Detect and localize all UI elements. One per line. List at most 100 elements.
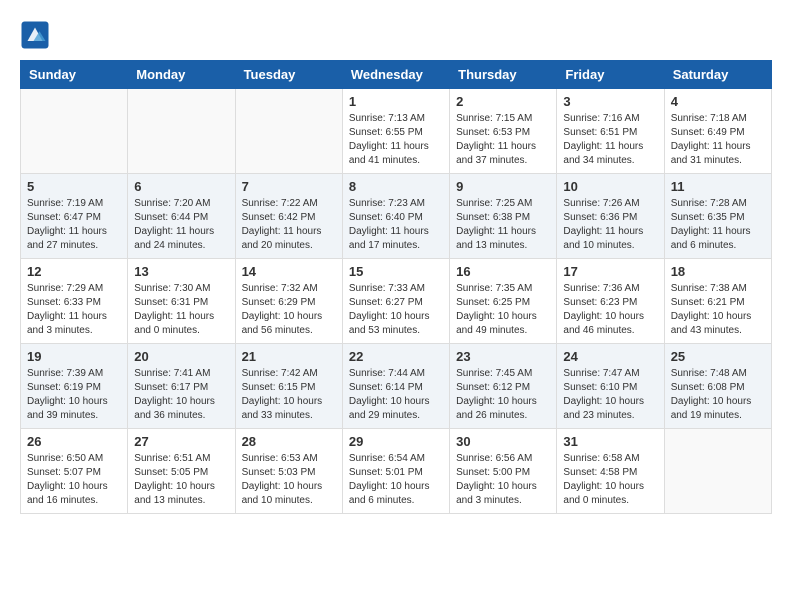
weekday-header-row: SundayMondayTuesdayWednesdayThursdayFrid…	[21, 61, 772, 89]
day-info: Sunrise: 7:28 AM Sunset: 6:35 PM Dayligh…	[671, 197, 765, 253]
calendar-cell: 10Sunrise: 7:26 AM Sunset: 6:36 PM Dayli…	[557, 174, 664, 259]
calendar-cell: 9 Sunrise: 7:25 AM Sunset: 6:38 PM Daylig…	[450, 174, 557, 259]
calendar-cell: 8 Sunrise: 7:23 AM Sunset: 6:40 PM Daylig…	[342, 174, 449, 259]
day-info: Sunrise: 7:32 AM Sunset: 6:29 PM Dayligh…	[242, 282, 336, 338]
day-number: 13	[134, 264, 228, 279]
day-info: Sunrise: 7:41 AM Sunset: 6:17 PM Dayligh…	[134, 367, 228, 423]
calendar-week-row: 1Sunrise: 7:13 AM Sunset: 6:55 PM Daylig…	[21, 89, 772, 174]
weekday-header-wednesday: Wednesday	[342, 61, 449, 89]
day-info: Sunrise: 7:19 AM Sunset: 6:47 PM Dayligh…	[27, 197, 121, 253]
day-info: Sunrise: 7:48 AM Sunset: 6:08 PM Dayligh…	[671, 367, 765, 423]
logo	[20, 20, 54, 50]
day-number: 17	[563, 264, 657, 279]
weekday-header-saturday: Saturday	[664, 61, 771, 89]
calendar-cell: 1Sunrise: 7:13 AM Sunset: 6:55 PM Daylig…	[342, 89, 449, 174]
day-info: Sunrise: 7:39 AM Sunset: 6:19 PM Dayligh…	[27, 367, 121, 423]
calendar-cell: 6 Sunrise: 7:20 AM Sunset: 6:44 PM Daylig…	[128, 174, 235, 259]
day-number: 19	[27, 349, 121, 364]
day-number: 30	[456, 434, 550, 449]
day-number: 12	[27, 264, 121, 279]
day-info: Sunrise: 6:53 AM Sunset: 5:03 PM Dayligh…	[242, 452, 336, 508]
day-number: 5	[27, 179, 121, 194]
calendar-week-row: 26 Sunrise: 6:50 AM Sunset: 5:07 PM Dayli…	[21, 429, 772, 514]
calendar-cell: 22 Sunrise: 7:44 AM Sunset: 6:14 PM Dayli…	[342, 344, 449, 429]
weekday-header-thursday: Thursday	[450, 61, 557, 89]
calendar-week-row: 12 Sunrise: 7:29 AM Sunset: 6:33 PM Dayli…	[21, 259, 772, 344]
day-number: 28	[242, 434, 336, 449]
day-number: 1	[349, 94, 443, 109]
day-number: 29	[349, 434, 443, 449]
calendar-cell: 28 Sunrise: 6:53 AM Sunset: 5:03 PM Dayli…	[235, 429, 342, 514]
day-info: Sunrise: 6:56 AM Sunset: 5:00 PM Dayligh…	[456, 452, 550, 508]
calendar-cell: 17 Sunrise: 7:36 AM Sunset: 6:23 PM Dayli…	[557, 259, 664, 344]
day-info: Sunrise: 7:30 AM Sunset: 6:31 PM Dayligh…	[134, 282, 228, 338]
weekday-header-sunday: Sunday	[21, 61, 128, 89]
header	[20, 20, 772, 50]
day-info: Sunrise: 7:33 AM Sunset: 6:27 PM Dayligh…	[349, 282, 443, 338]
day-info: Sunrise: 7:42 AM Sunset: 6:15 PM Dayligh…	[242, 367, 336, 423]
calendar-cell: 29 Sunrise: 6:54 AM Sunset: 5:01 PM Dayli…	[342, 429, 449, 514]
calendar-cell: 23 Sunrise: 7:45 AM Sunset: 6:12 PM Dayli…	[450, 344, 557, 429]
calendar-cell: 12 Sunrise: 7:29 AM Sunset: 6:33 PM Dayli…	[21, 259, 128, 344]
day-number: 27	[134, 434, 228, 449]
calendar-cell: 15 Sunrise: 7:33 AM Sunset: 6:27 PM Dayli…	[342, 259, 449, 344]
calendar-cell: 14Sunrise: 7:32 AM Sunset: 6:29 PM Dayli…	[235, 259, 342, 344]
day-number: 9	[456, 179, 550, 194]
day-info: Sunrise: 7:23 AM Sunset: 6:40 PM Dayligh…	[349, 197, 443, 253]
day-number: 8	[349, 179, 443, 194]
day-number: 25	[671, 349, 765, 364]
calendar-cell: 24 Sunrise: 7:47 AM Sunset: 6:10 PM Dayli…	[557, 344, 664, 429]
calendar-cell	[664, 429, 771, 514]
day-info: Sunrise: 7:16 AM Sunset: 6:51 PM Dayligh…	[563, 112, 657, 168]
day-number: 7	[242, 179, 336, 194]
day-info: Sunrise: 6:50 AM Sunset: 5:07 PM Dayligh…	[27, 452, 121, 508]
day-info: Sunrise: 7:25 AM Sunset: 6:38 PM Dayligh…	[456, 197, 550, 253]
day-info: Sunrise: 7:18 AM Sunset: 6:49 PM Dayligh…	[671, 112, 765, 168]
calendar-cell: 5 Sunrise: 7:19 AM Sunset: 6:47 PM Daylig…	[21, 174, 128, 259]
day-info: Sunrise: 7:29 AM Sunset: 6:33 PM Dayligh…	[27, 282, 121, 338]
calendar-cell: 19 Sunrise: 7:39 AM Sunset: 6:19 PM Dayli…	[21, 344, 128, 429]
calendar-cell: 27 Sunrise: 6:51 AM Sunset: 5:05 PM Dayli…	[128, 429, 235, 514]
day-info: Sunrise: 6:51 AM Sunset: 5:05 PM Dayligh…	[134, 452, 228, 508]
calendar-cell: 2Sunrise: 7:15 AM Sunset: 6:53 PM Daylig…	[450, 89, 557, 174]
day-number: 31	[563, 434, 657, 449]
day-number: 4	[671, 94, 765, 109]
day-number: 16	[456, 264, 550, 279]
calendar-cell: 25 Sunrise: 7:48 AM Sunset: 6:08 PM Dayli…	[664, 344, 771, 429]
calendar-cell: 3Sunrise: 7:16 AM Sunset: 6:51 PM Daylig…	[557, 89, 664, 174]
day-info: Sunrise: 7:26 AM Sunset: 6:36 PM Dayligh…	[563, 197, 657, 253]
calendar-cell: 16Sunrise: 7:35 AM Sunset: 6:25 PM Dayli…	[450, 259, 557, 344]
day-number: 20	[134, 349, 228, 364]
day-info: Sunrise: 7:38 AM Sunset: 6:21 PM Dayligh…	[671, 282, 765, 338]
day-info: Sunrise: 7:20 AM Sunset: 6:44 PM Dayligh…	[134, 197, 228, 253]
calendar-cell: 7 Sunrise: 7:22 AM Sunset: 6:42 PM Daylig…	[235, 174, 342, 259]
day-number: 15	[349, 264, 443, 279]
day-number: 22	[349, 349, 443, 364]
calendar-cell: 13 Sunrise: 7:30 AM Sunset: 6:31 PM Dayli…	[128, 259, 235, 344]
weekday-header-tuesday: Tuesday	[235, 61, 342, 89]
day-info: Sunrise: 7:36 AM Sunset: 6:23 PM Dayligh…	[563, 282, 657, 338]
calendar-week-row: 19 Sunrise: 7:39 AM Sunset: 6:19 PM Dayli…	[21, 344, 772, 429]
day-info: Sunrise: 7:22 AM Sunset: 6:42 PM Dayligh…	[242, 197, 336, 253]
day-number: 24	[563, 349, 657, 364]
day-info: Sunrise: 6:58 AM Sunset: 4:58 PM Dayligh…	[563, 452, 657, 508]
logo-icon	[20, 20, 50, 50]
day-number: 23	[456, 349, 550, 364]
calendar-cell: 20 Sunrise: 7:41 AM Sunset: 6:17 PM Dayli…	[128, 344, 235, 429]
calendar-table: SundayMondayTuesdayWednesdayThursdayFrid…	[20, 60, 772, 514]
calendar-cell: 21Sunrise: 7:42 AM Sunset: 6:15 PM Dayli…	[235, 344, 342, 429]
day-info: Sunrise: 7:45 AM Sunset: 6:12 PM Dayligh…	[456, 367, 550, 423]
day-number: 11	[671, 179, 765, 194]
day-number: 26	[27, 434, 121, 449]
calendar-cell: 31 Sunrise: 6:58 AM Sunset: 4:58 PM Dayli…	[557, 429, 664, 514]
weekday-header-friday: Friday	[557, 61, 664, 89]
day-info: Sunrise: 7:44 AM Sunset: 6:14 PM Dayligh…	[349, 367, 443, 423]
day-info: Sunrise: 7:47 AM Sunset: 6:10 PM Dayligh…	[563, 367, 657, 423]
calendar-cell: 4 Sunrise: 7:18 AM Sunset: 6:49 PM Daylig…	[664, 89, 771, 174]
calendar-cell: 18 Sunrise: 7:38 AM Sunset: 6:21 PM Dayli…	[664, 259, 771, 344]
weekday-header-monday: Monday	[128, 61, 235, 89]
day-number: 18	[671, 264, 765, 279]
calendar-cell: 26 Sunrise: 6:50 AM Sunset: 5:07 PM Dayli…	[21, 429, 128, 514]
day-info: Sunrise: 6:54 AM Sunset: 5:01 PM Dayligh…	[349, 452, 443, 508]
day-number: 6	[134, 179, 228, 194]
